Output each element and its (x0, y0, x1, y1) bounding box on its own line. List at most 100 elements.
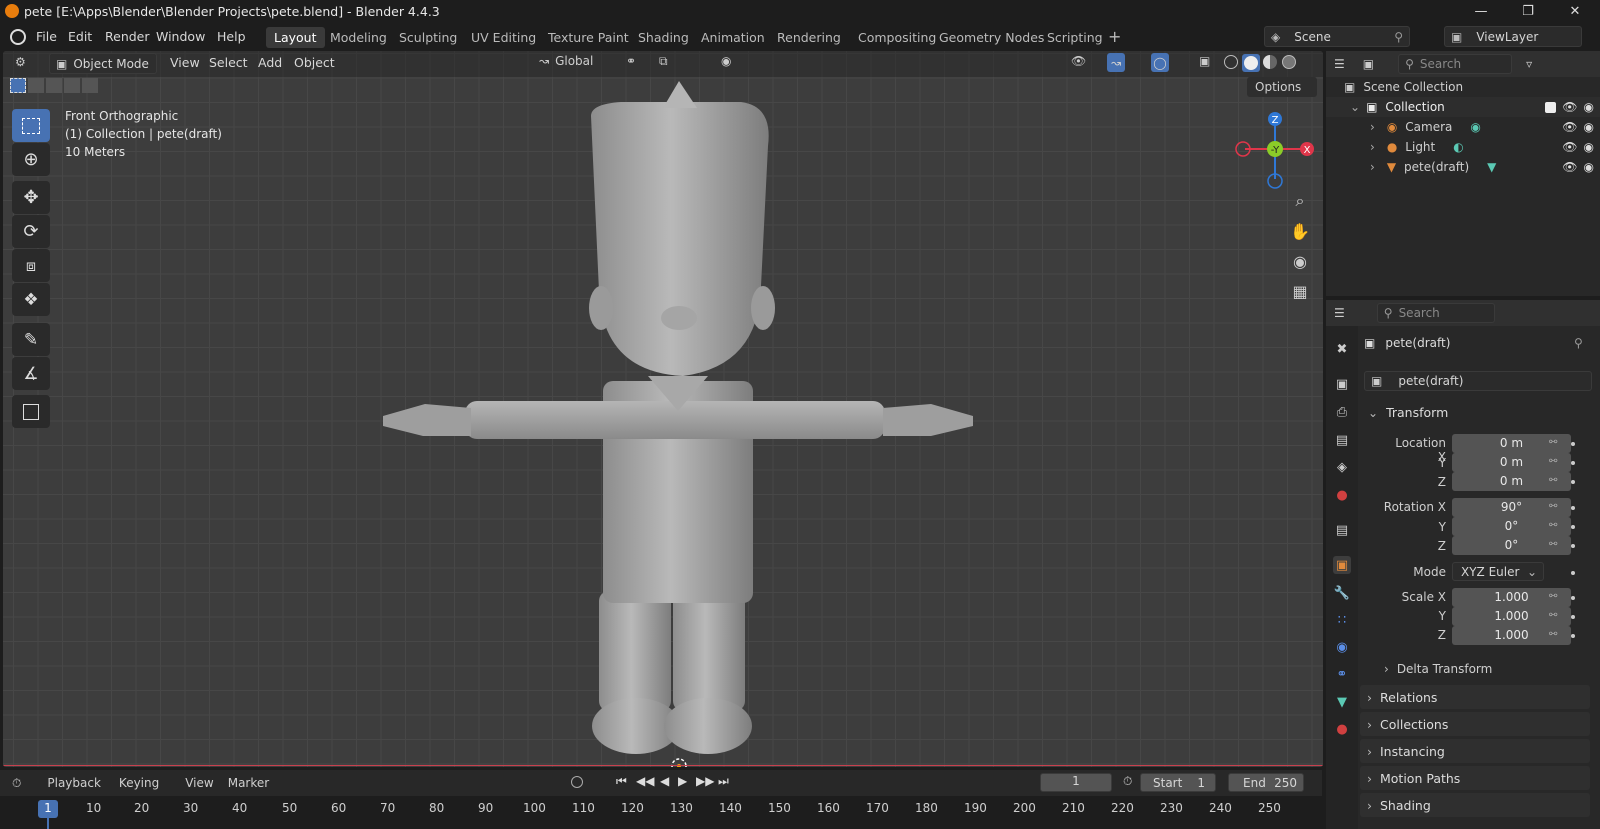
view-menu[interactable]: View (170, 55, 200, 70)
checkbox-icon[interactable] (1545, 101, 1557, 113)
transform-tool[interactable]: ❖ (12, 283, 50, 316)
jump-end-icon[interactable]: ⏭ (718, 774, 729, 789)
world-tab-icon[interactable]: ● (1333, 486, 1351, 504)
pin-icon[interactable]: ⚲ (1394, 30, 1403, 44)
workspace-tab-geometry-nodes[interactable]: Geometry Nodes (931, 27, 1052, 48)
menu-window[interactable]: Window (156, 29, 205, 44)
preview-range-icon[interactable]: ⏱ (1123, 774, 1132, 789)
tool-settings-tab-icon[interactable]: ✖ (1333, 340, 1351, 358)
select-new-icon[interactable] (10, 78, 26, 93)
workspace-tab-texture-paint[interactable]: Texture Paint (540, 27, 637, 48)
collection-row[interactable]: ⌄ ▣ Collection 👁 ◉ (1326, 97, 1600, 117)
keyframe-dot-icon[interactable] (1571, 480, 1575, 484)
material-tab-icon[interactable]: ● (1333, 720, 1351, 738)
scale-tool[interactable]: ⧈ (12, 249, 50, 282)
render-camera-icon[interactable]: ◉ (1584, 160, 1594, 174)
properties-editor-type-icon[interactable]: ☰ (1334, 306, 1345, 320)
ortho-grid-icon[interactable]: ▦ (1286, 277, 1314, 305)
instancing-panel-header[interactable]: › Instancing (1360, 739, 1590, 763)
eye-icon[interactable]: 👁 (1562, 100, 1577, 114)
eye-icon[interactable]: 👁 (1562, 140, 1577, 154)
shading-panel-header[interactable]: › Shading (1360, 793, 1590, 817)
mesh-data-icon[interactable]: ▼ (1487, 160, 1496, 174)
outliner-search-input[interactable]: ⚲ Search (1398, 54, 1513, 74)
xray-icon[interactable]: ▣ (1199, 54, 1210, 68)
delta-transform-header[interactable]: › Delta Transform (1384, 662, 1492, 676)
menu-help[interactable]: Help (217, 29, 246, 44)
workspace-tab-scripting[interactable]: Scripting (1039, 27, 1111, 48)
navigation-gizmo[interactable]: Z X -Y (1233, 109, 1323, 199)
end-frame-field[interactable]: End 250 (1228, 773, 1304, 792)
add-menu[interactable]: Add (258, 55, 282, 70)
object-name-field[interactable]: ▣ pete(draft) (1364, 371, 1592, 391)
zoom-icon[interactable]: ⌕ (1286, 187, 1314, 215)
particles-tab-icon[interactable]: ∷ (1333, 611, 1351, 629)
keyframe-dot-icon[interactable] (1571, 571, 1575, 575)
outliner-item-light[interactable]: › ● Light ◐ 👁 ◉ (1326, 137, 1600, 157)
keyframe-dot-icon[interactable] (1571, 544, 1575, 548)
gizmo-toggle-icon[interactable]: ↝ (1107, 53, 1125, 72)
keyframe-dot-icon[interactable] (1571, 634, 1575, 638)
lock-icon[interactable]: ⚯ (1549, 629, 1561, 641)
transform-panel-header[interactable]: ⌄ Transform (1368, 405, 1448, 420)
scene-selector[interactable]: ◈ Scene ⚲ (1264, 26, 1410, 47)
select-subtract-icon[interactable] (46, 78, 62, 93)
visibility-icon[interactable]: 👁 (1071, 54, 1086, 68)
camera-view-icon[interactable]: ◉ (1286, 247, 1314, 275)
properties-search-input[interactable]: ⚲ Search (1376, 303, 1495, 323)
lock-icon[interactable]: ⚯ (1549, 437, 1561, 449)
close-button[interactable]: ✕ (1552, 0, 1598, 22)
solid-shading-icon[interactable] (1244, 56, 1258, 70)
menu-file[interactable]: File (36, 29, 57, 44)
keyframe-dot-icon[interactable] (1571, 525, 1575, 529)
options-dropdown[interactable]: Options (1247, 77, 1317, 97)
menu-render[interactable]: Render (105, 29, 150, 44)
render-camera-icon[interactable]: ◉ (1584, 140, 1594, 154)
keying-menu[interactable]: Keying (119, 776, 159, 790)
select-box-tool[interactable] (12, 109, 50, 142)
collections-panel-header[interactable]: › Collections (1360, 712, 1590, 736)
object-tab-icon[interactable]: ▣ (1333, 556, 1351, 574)
lock-icon[interactable]: ⚯ (1549, 610, 1561, 622)
expand-chevron-icon[interactable]: › (1370, 120, 1375, 134)
light-data-icon[interactable]: ◐ (1453, 140, 1463, 154)
editor-type-icon[interactable]: ⚙ (15, 55, 26, 69)
scene-tab-icon[interactable]: ◈ (1333, 458, 1351, 476)
play-icon[interactable]: ▶ (678, 774, 687, 788)
lock-icon[interactable]: ⚯ (1549, 501, 1561, 513)
camera-data-icon[interactable]: ◉ (1470, 120, 1480, 134)
current-frame-field[interactable]: 1 (1040, 773, 1112, 792)
lock-icon[interactable]: ⚯ (1549, 456, 1561, 468)
modifier-wrench-tab-icon[interactable]: 🔧 (1333, 584, 1351, 602)
eye-icon[interactable]: 👁 (1562, 120, 1577, 134)
render-camera-icon[interactable]: ◉ (1584, 100, 1594, 114)
minimize-button[interactable]: — (1458, 0, 1504, 22)
keyframe-dot-icon[interactable] (1571, 615, 1575, 619)
rotation-mode-dropdown[interactable]: XYZ Euler ⌄ (1452, 562, 1544, 581)
wireframe-shading-icon[interactable] (1224, 55, 1238, 69)
material-shading-icon[interactable] (1263, 55, 1277, 69)
select-intersect-icon[interactable] (82, 78, 98, 93)
workspace-tab-rendering[interactable]: Rendering (769, 27, 849, 48)
lock-icon[interactable]: ⚯ (1549, 591, 1561, 603)
rotate-tool[interactable]: ⟳ (12, 215, 50, 248)
mode-dropdown[interactable]: ▣ Object Mode (49, 53, 157, 74)
pivot-icon[interactable]: ⚭ (626, 54, 636, 68)
outliner-editor-type-icon[interactable]: ☰ (1334, 57, 1345, 71)
rendered-shading-icon[interactable] (1282, 55, 1296, 69)
maximize-button[interactable]: ❐ (1505, 0, 1551, 22)
view-layer-tab-icon[interactable]: ▤ (1333, 431, 1351, 449)
select-invert-icon[interactable] (64, 78, 80, 93)
workspace-tab-modeling[interactable]: Modeling (322, 27, 395, 48)
play-reverse-icon[interactable]: ◀ (660, 774, 669, 788)
cursor-tool[interactable]: ⊕ (12, 143, 50, 176)
overlay-toggle-icon[interactable]: ◯ (1151, 53, 1169, 72)
playback-menu[interactable]: Playback (47, 776, 101, 790)
jump-start-icon[interactable]: ⏮ (616, 774, 627, 789)
pin-icon[interactable]: ⚲ (1574, 336, 1583, 350)
3d-viewport[interactable]: ⚙ ▣ Object Mode View Select Add Object ↝… (3, 51, 1323, 767)
view-layer-selector[interactable]: ▣ ViewLayer (1444, 26, 1582, 47)
keyframe-dot-icon[interactable] (1571, 461, 1575, 465)
output-tab-icon[interactable]: ⎙ (1333, 403, 1351, 421)
workspace-tab-animation[interactable]: Animation (693, 27, 773, 48)
